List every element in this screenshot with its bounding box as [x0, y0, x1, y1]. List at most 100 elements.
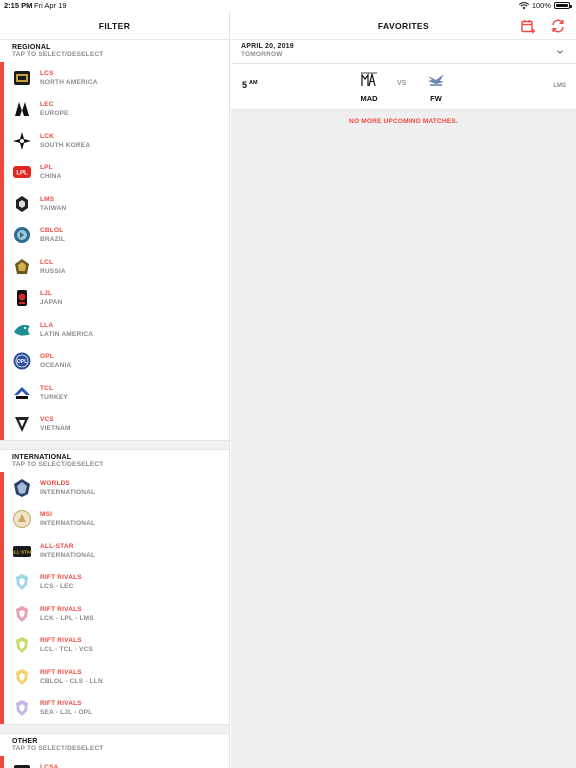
- date-section-header[interactable]: APRIL 20, 2019 TOMORROW: [231, 40, 576, 64]
- match-league: LMS: [553, 83, 566, 89]
- chevron-down-icon[interactable]: [556, 48, 564, 56]
- vs-label: VS: [397, 80, 407, 87]
- league-name: LCL: [40, 258, 54, 266]
- league-row-vcs[interactable]: VCS VIETNAM: [0, 409, 229, 441]
- team-b-name: FW: [430, 94, 442, 103]
- section-other-header[interactable]: OTHER TAP TO SELECT/DESELECT: [0, 734, 229, 756]
- league-text: WORLDS INTERNATIONAL: [40, 480, 95, 496]
- league-region: LCK - LPL - LMS: [40, 614, 94, 622]
- league-name: CBLOL: [40, 227, 64, 235]
- rift-rivals-logo-icon: [12, 604, 32, 624]
- league-text: LCS NORTH AMERICA: [40, 70, 98, 86]
- league-text: RIFT RIVALS LCS - LEC: [40, 574, 82, 590]
- league-region: INTERNATIONAL: [40, 551, 96, 559]
- league-name: LCK: [40, 132, 54, 140]
- league-row-rift-rivals[interactable]: RIFT RIVALS LCK - LPL - LMS: [0, 598, 229, 630]
- league-text: RIFT RIVALS CBLOL - CLS - LLN: [40, 669, 103, 685]
- league-row-lcsa[interactable]: ACAD LCSANORTH AMERICA: [0, 756, 229, 768]
- mad-team-logo-icon: [361, 72, 377, 87]
- ljl-logo-icon: [12, 288, 32, 308]
- league-region: SOUTH KOREA: [40, 141, 91, 149]
- league-region: LATIN AMERICA: [40, 330, 94, 338]
- league-row-lms[interactable]: LMS TAIWAN: [0, 188, 229, 220]
- cblol-logo-icon: [12, 225, 32, 245]
- league-name: RIFT RIVALS: [40, 668, 82, 676]
- league-name: RIFT RIVALS: [40, 700, 82, 708]
- league-name: ALL-STAR: [40, 542, 74, 550]
- rift-rivals-logo-icon: [12, 635, 32, 655]
- league-region: CHINA: [40, 173, 62, 181]
- regional-list: LCS NORTH AMERICA LEC EUROPE LCK SOUTH KOREA L…: [0, 62, 229, 440]
- match-ampm: AM: [249, 80, 258, 86]
- league-row-lck[interactable]: LCK SOUTH KOREA: [0, 125, 229, 157]
- league-region: TURKEY: [40, 393, 68, 401]
- match-date-relative: TOMORROW: [241, 51, 283, 58]
- section-divider: [0, 724, 229, 734]
- league-row-msi[interactable]: MSI INTERNATIONAL: [0, 504, 229, 536]
- league-row-lec[interactable]: LEC EUROPE: [0, 94, 229, 126]
- section-subtitle: TAP TO SELECT/DESELECT: [12, 745, 104, 752]
- refresh-icon[interactable]: [550, 18, 566, 34]
- league-text: ALL-STAR INTERNATIONAL: [40, 543, 95, 559]
- section-divider: [0, 440, 229, 450]
- section-international-header[interactable]: INTERNATIONAL TAP TO SELECT/DESELECT: [0, 450, 229, 472]
- calendar-add-icon[interactable]: [520, 18, 536, 34]
- league-row-tcl[interactable]: TCL TURKEY: [0, 377, 229, 409]
- league-text: LEC EUROPE: [40, 101, 69, 117]
- league-text: LPL CHINA: [40, 164, 62, 180]
- league-row-rift-rivals[interactable]: RIFT RIVALS SEA - LJL - OPL: [0, 693, 229, 725]
- match-date: APRIL 20, 2019: [241, 43, 294, 50]
- section-international: INTERNATIONAL TAP TO SELECT/DESELECT WOR…: [0, 450, 229, 724]
- league-row-rift-rivals[interactable]: RIFT RIVALS CBLOL - CLS - LLN: [0, 661, 229, 693]
- section-subtitle: TAP TO SELECT/DESELECT: [12, 51, 104, 58]
- league-name: RIFT RIVALS: [40, 637, 82, 645]
- league-row-lla[interactable]: LLA LATIN AMERICA: [0, 314, 229, 346]
- team-a: MAD: [349, 70, 389, 103]
- section-regional-header[interactable]: REGIONAL TAP TO SELECT/DESELECT: [0, 40, 229, 62]
- rift-rivals-logo-icon: [12, 572, 32, 592]
- league-row-lcl[interactable]: LCL RUSSIA: [0, 251, 229, 283]
- rift-rivals-logo-icon: [12, 667, 32, 687]
- league-row-all-star[interactable]: ALL·STAR ALL-STAR INTERNATIONAL: [0, 535, 229, 567]
- match-card[interactable]: 5 AM MAD VS FW LMS: [231, 64, 576, 110]
- league-name: LEC: [40, 101, 54, 109]
- league-row-ljl[interactable]: LJL JAPAN: [0, 283, 229, 315]
- league-text: VCS VIETNAM: [40, 416, 71, 432]
- section-title: REGIONAL: [12, 44, 51, 51]
- team-b: FW: [416, 70, 456, 103]
- league-row-rift-rivals[interactable]: RIFT RIVALS LCS - LEC: [0, 567, 229, 599]
- league-name: WORLDS: [40, 479, 71, 487]
- filter-title: FILTER: [0, 12, 229, 40]
- league-region: INTERNATIONAL: [40, 520, 96, 528]
- league-text: MSI INTERNATIONAL: [40, 511, 95, 527]
- league-row-lpl[interactable]: LPL LPL CHINA: [0, 157, 229, 189]
- rift-rivals-logo-icon: [12, 698, 32, 718]
- league-region: OCEANIA: [40, 362, 72, 370]
- international-list: WORLDS INTERNATIONAL MSI INTERNATIONAL ALL·S…: [0, 472, 229, 724]
- svg-text:LPL: LPL: [16, 171, 28, 177]
- league-text: RIFT RIVALS SEA - LJL - OPL: [40, 700, 92, 716]
- section-other: OTHER TAP TO SELECT/DESELECT ACAD LCSANOR…: [0, 734, 229, 768]
- lck-logo-icon: [12, 131, 32, 151]
- league-name: LJL: [40, 290, 53, 298]
- league-row-cblol[interactable]: CBLOL BRAZIL: [0, 220, 229, 252]
- lcs-logo-icon: [12, 68, 32, 88]
- league-name: OPL: [40, 353, 54, 361]
- league-text: LCL RUSSIA: [40, 259, 66, 275]
- lcl-logo-icon: [12, 257, 32, 277]
- match-hour: 5: [242, 80, 248, 90]
- league-row-worlds[interactable]: WORLDS INTERNATIONAL: [0, 472, 229, 504]
- league-name: VCS: [40, 416, 54, 424]
- league-text: CBLOL BRAZIL: [40, 227, 65, 243]
- lla-logo-icon: [12, 320, 32, 340]
- league-name: LPL: [40, 164, 53, 172]
- lec-logo-icon: [12, 99, 32, 119]
- league-name: LLA: [40, 321, 54, 329]
- section-subtitle: TAP TO SELECT/DESELECT: [12, 461, 104, 468]
- league-row-lcs[interactable]: LCS NORTH AMERICA: [0, 62, 229, 94]
- league-name: TCL: [40, 384, 54, 392]
- league-row-rift-rivals[interactable]: RIFT RIVALS LCL - TCL - VCS: [0, 630, 229, 662]
- league-row-opl[interactable]: OPL OPL OCEANIA: [0, 346, 229, 378]
- league-region: CBLOL - CLS - LLN: [40, 677, 103, 685]
- section-title: INTERNATIONAL: [12, 454, 72, 461]
